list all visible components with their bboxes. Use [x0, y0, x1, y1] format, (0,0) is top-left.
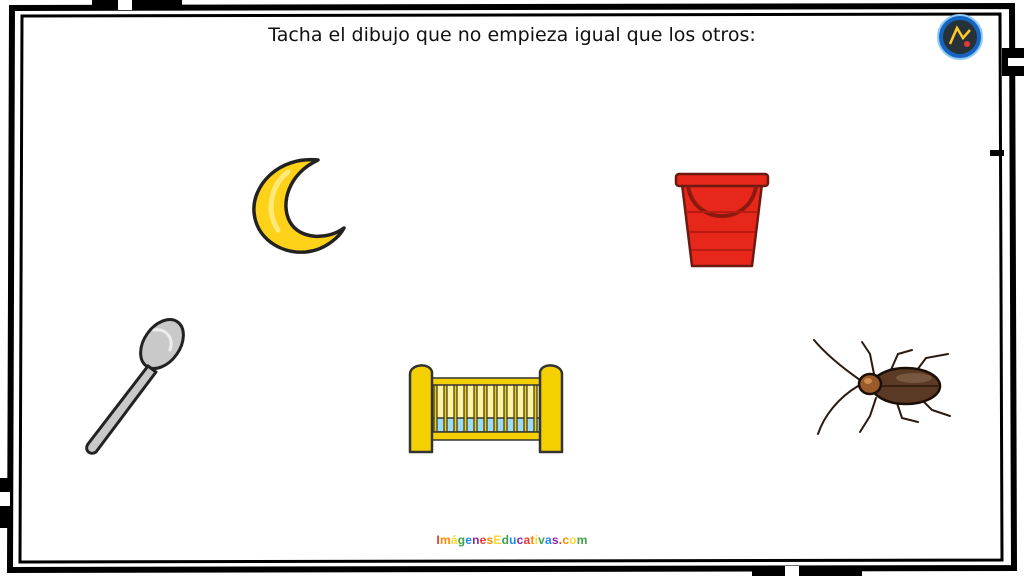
worksheet-frame [0, 0, 1024, 576]
moon-picture[interactable] [248, 156, 348, 256]
instruction-text: Tacha el dibujo que no empieza igual que… [268, 24, 756, 46]
crib-picture[interactable] [408, 360, 564, 454]
footer-watermark: ImágenesEducativas.com [436, 533, 588, 547]
bucket-picture[interactable] [672, 170, 772, 270]
cockroach-picture[interactable] [810, 336, 956, 438]
spoon-picture[interactable] [80, 316, 190, 458]
school-logo-icon [937, 14, 983, 60]
